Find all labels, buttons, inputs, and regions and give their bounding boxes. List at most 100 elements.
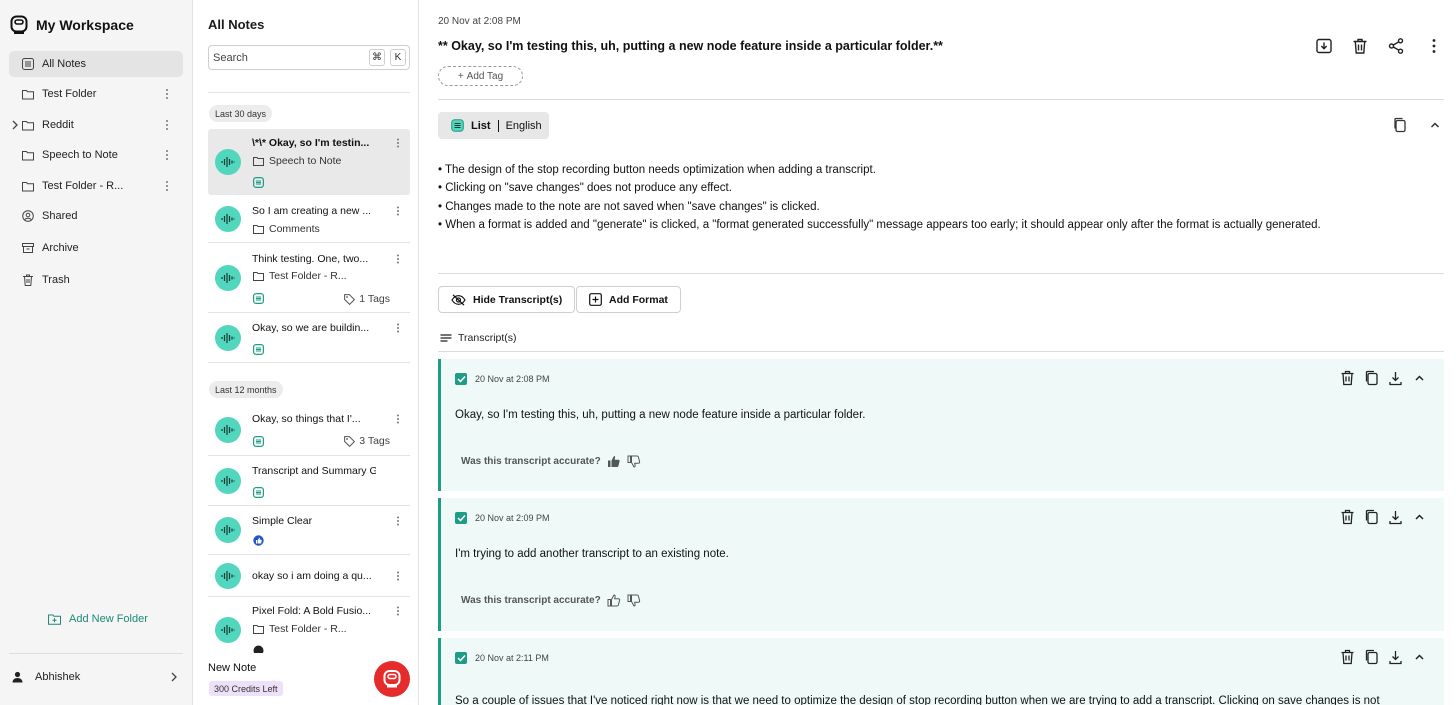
sidebar-item-test-folder-r[interactable]: Test Folder - R...: [9, 173, 183, 199]
note-list-item[interactable]: Transcript and Summary G...: [208, 456, 410, 506]
transcript-checkbox[interactable]: [455, 512, 467, 524]
download-icon[interactable]: [1388, 649, 1403, 665]
more-options-icon[interactable]: [165, 148, 169, 162]
more-options-icon[interactable]: [165, 87, 169, 101]
note-title: Okay, so we are buildin...: [252, 322, 370, 334]
trash-icon[interactable]: [1351, 37, 1369, 55]
add-new-folder-button[interactable]: Add New Folder: [48, 613, 148, 625]
plus-icon: +: [457, 70, 464, 82]
sidebar-item-all-notes[interactable]: All Notes: [9, 51, 183, 77]
more-options-icon[interactable]: [396, 205, 400, 217]
divider: [438, 99, 1444, 100]
more-options-icon[interactable]: [1425, 37, 1443, 55]
more-options-icon[interactable]: [396, 322, 400, 334]
more-options-icon[interactable]: [165, 179, 169, 193]
note-list-item[interactable]: Okay, so things that I'... 3 Tags: [208, 404, 410, 456]
more-options-icon[interactable]: [396, 605, 400, 617]
folder-icon: [22, 88, 34, 100]
accuracy-question: Was this transcript accurate?: [461, 456, 601, 467]
more-options-icon[interactable]: [396, 413, 400, 425]
note-folder-label: Test Folder - R...: [269, 270, 347, 282]
transcript-card: 20 Nov at 2:11 PM So a couple of issues …: [438, 638, 1444, 705]
note-list-item[interactable]: Think testing. One, two... Test Folder -…: [208, 243, 410, 313]
thumbs-down-icon[interactable]: [627, 594, 641, 607]
note-list-item[interactable]: So I am creating a new ... Comments: [208, 195, 410, 243]
thumbs-down-icon[interactable]: [627, 455, 641, 468]
sidebar-item-shared[interactable]: Shared: [9, 203, 183, 229]
note-list-item[interactable]: Okay, so we are buildin...: [208, 313, 410, 363]
divider: [208, 92, 410, 93]
folder-icon: [253, 271, 264, 281]
search-input[interactable]: [213, 51, 363, 64]
more-options-icon[interactable]: [396, 570, 400, 582]
trash-icon[interactable]: [1340, 370, 1355, 386]
thumbs-up-icon[interactable]: [607, 455, 621, 468]
workspace-header[interactable]: My Workspace: [10, 15, 134, 35]
add-format-button[interactable]: Add Format: [576, 286, 681, 313]
user-menu[interactable]: Abhishek: [12, 671, 178, 683]
more-options-icon[interactable]: [396, 137, 400, 149]
trash-icon[interactable]: [1340, 509, 1355, 525]
copy-icon[interactable]: [1364, 370, 1379, 386]
note-title: Think testing. One, two...: [252, 253, 369, 265]
format-selector[interactable]: List English: [438, 112, 549, 139]
sidebar-item-test-folder[interactable]: Test Folder: [9, 81, 183, 107]
more-options-icon[interactable]: [396, 253, 400, 265]
list-format-icon: [253, 293, 264, 304]
list-format-icon: [253, 344, 264, 355]
note-folder: Test Folder - R...: [253, 270, 347, 282]
add-format-label: Add Format: [609, 293, 668, 306]
hide-transcripts-button[interactable]: Hide Transcript(s): [438, 286, 576, 313]
sidebar-item-archive[interactable]: Archive: [9, 235, 183, 261]
sidebar-item-label: Trash: [42, 273, 70, 286]
share-icon[interactable]: [1387, 37, 1405, 55]
note-list-item[interactable]: okay so i am doing a qu...: [208, 555, 410, 597]
chevron-up-icon[interactable]: [1412, 649, 1427, 665]
transcript-text: I'm trying to add another transcript to …: [455, 548, 729, 560]
sidebar: My Workspace All Notes Test Folder Reddi…: [0, 0, 193, 705]
note-list-item[interactable]: Pixel Fold: A Bold Fusio... Test Folder …: [208, 597, 410, 653]
summary-item: • When a format is added and "generate" …: [438, 218, 1321, 231]
search-box[interactable]: ⌘ K: [208, 45, 410, 70]
download-icon[interactable]: [1315, 37, 1333, 55]
separator: [497, 119, 499, 132]
audio-wave-icon: [215, 517, 241, 543]
transcript-feedback: Was this transcript accurate?: [461, 455, 641, 468]
workspace-logo-icon: [10, 15, 28, 35]
more-options-icon[interactable]: [396, 515, 400, 527]
note-list-item[interactable]: Simple Clear: [208, 506, 410, 555]
sidebar-nav: All Notes Test Folder Reddit Speech to N…: [9, 51, 183, 297]
folder-plus-icon: [48, 613, 61, 625]
add-tag-button[interactable]: + Add Tag: [438, 66, 523, 86]
record-button[interactable]: [374, 661, 410, 697]
transcript-checkbox[interactable]: [455, 373, 467, 385]
workspace-title: My Workspace: [36, 17, 134, 33]
note-tags: 1 Tags: [344, 293, 390, 305]
copy-icon[interactable]: [1364, 509, 1379, 525]
chevron-up-icon[interactable]: [1427, 117, 1443, 133]
chevron-right-icon[interactable]: [11, 119, 19, 131]
sidebar-item-speech-to-note[interactable]: Speech to Note: [9, 142, 183, 168]
format-language: English: [505, 119, 542, 132]
thumbs-up-icon[interactable]: [607, 594, 621, 607]
copy-icon[interactable]: [1392, 117, 1408, 133]
transcript-checkbox[interactable]: [455, 652, 467, 664]
audio-wave-icon: [215, 468, 241, 494]
add-box-icon: [589, 293, 602, 306]
chevron-up-icon[interactable]: [1412, 509, 1427, 525]
sidebar-item-reddit[interactable]: Reddit: [9, 112, 183, 138]
chevron-right-icon: [170, 672, 178, 682]
chevron-up-icon[interactable]: [1412, 370, 1427, 386]
trash-icon[interactable]: [1340, 649, 1355, 665]
list-format-icon: [253, 177, 264, 188]
download-icon[interactable]: [1388, 370, 1403, 386]
note-list-item[interactable]: \*\* Okay, so I'm testin... Speech to No…: [208, 129, 410, 195]
transcript-card: 20 Nov at 2:08 PM Okay, so I'm testing t…: [438, 359, 1444, 491]
copy-icon[interactable]: [1364, 649, 1379, 665]
note-title[interactable]: ** Okay, so I'm testing this, uh, puttin…: [438, 39, 943, 53]
user-icon: [12, 671, 23, 683]
sidebar-item-trash[interactable]: Trash: [9, 267, 183, 293]
transcript-date: 20 Nov at 2:09 PM: [475, 513, 550, 523]
download-icon[interactable]: [1388, 509, 1403, 525]
more-options-icon[interactable]: [165, 118, 169, 132]
